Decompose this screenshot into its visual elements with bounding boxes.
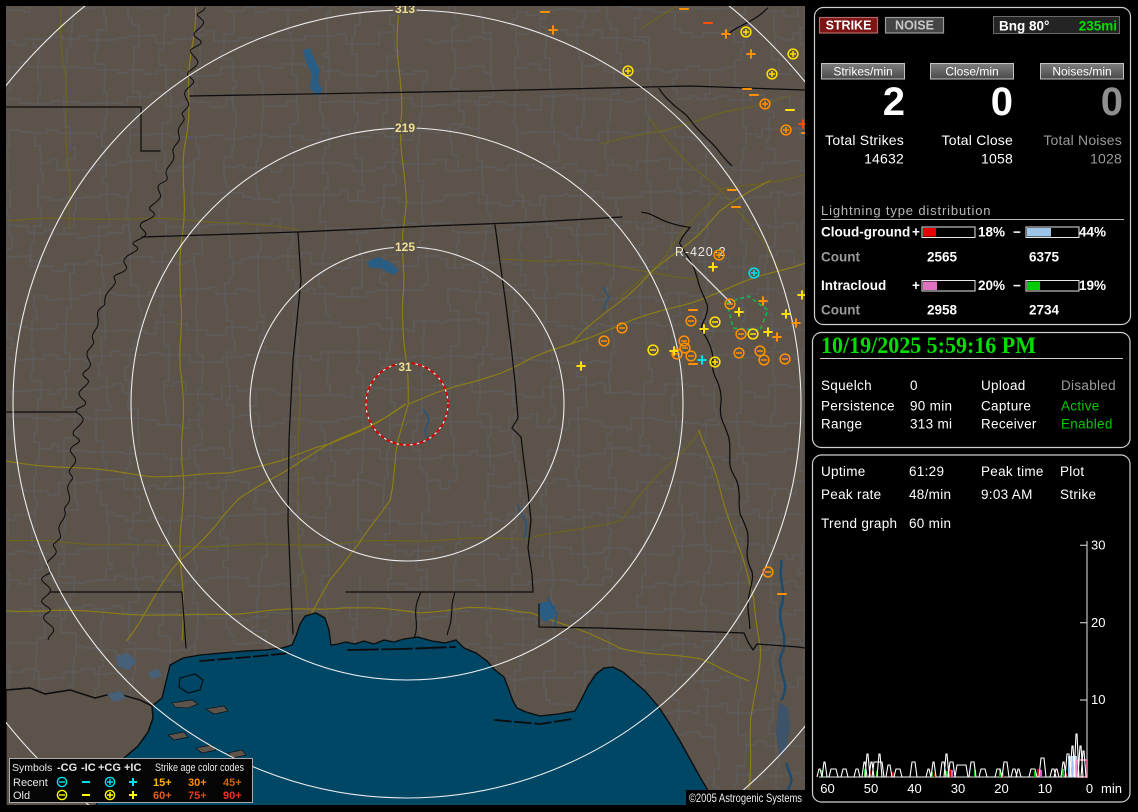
- svg-text:235mi: 235mi: [1079, 19, 1117, 34]
- svg-text:−: −: [1013, 278, 1021, 293]
- svg-text:Old: Old: [13, 790, 30, 802]
- svg-text:313 mi: 313 mi: [910, 417, 952, 432]
- svg-text:0: 0: [1101, 80, 1123, 124]
- svg-text:-IC: -IC: [81, 762, 96, 774]
- svg-text:9:03 AM: 9:03 AM: [981, 487, 1033, 502]
- svg-text:0: 0: [991, 80, 1013, 124]
- svg-text:6375: 6375: [1029, 250, 1060, 265]
- svg-text:30: 30: [951, 781, 965, 796]
- svg-text:1028: 1028: [1090, 151, 1122, 167]
- svg-text:125: 125: [395, 240, 415, 254]
- svg-text:Noises/min: Noises/min: [1052, 65, 1111, 79]
- svg-text:20: 20: [994, 781, 1008, 796]
- svg-text:NOISE: NOISE: [895, 19, 934, 33]
- svg-text:1058: 1058: [981, 151, 1013, 167]
- svg-text:+IC: +IC: [124, 762, 141, 774]
- svg-text:Receiver: Receiver: [981, 417, 1037, 432]
- svg-text:60: 60: [820, 781, 834, 796]
- svg-text:Close/min: Close/min: [945, 65, 998, 79]
- svg-text:61:29: 61:29: [909, 464, 944, 479]
- svg-text:Recent: Recent: [13, 777, 48, 789]
- svg-text:-CG: -CG: [57, 762, 77, 774]
- svg-text:2565: 2565: [927, 250, 958, 265]
- svg-text:48/min: 48/min: [909, 487, 951, 502]
- svg-text:19%: 19%: [1079, 278, 1106, 293]
- svg-text:31: 31: [398, 360, 412, 374]
- svg-text:Strikes/min: Strikes/min: [833, 65, 892, 79]
- svg-text:219: 219: [395, 121, 415, 135]
- svg-text:Lightning type distribution: Lightning type distribution: [821, 203, 991, 218]
- svg-text:40: 40: [907, 781, 921, 796]
- svg-text:90+: 90+: [223, 790, 242, 802]
- svg-text:Bng 80°: Bng 80°: [999, 19, 1049, 34]
- svg-text:60+: 60+: [153, 790, 172, 802]
- svg-text:Squelch: Squelch: [821, 378, 872, 393]
- svg-text:Total Close: Total Close: [942, 132, 1013, 148]
- svg-text:14632: 14632: [864, 151, 904, 167]
- svg-text:44%: 44%: [1079, 225, 1106, 240]
- svg-text:15+: 15+: [153, 777, 172, 789]
- svg-text:18%: 18%: [978, 225, 1005, 240]
- svg-text:Uptime: Uptime: [821, 464, 866, 479]
- svg-text:Intracloud: Intracloud: [821, 278, 886, 293]
- svg-text:©2005 Astrogenic Systems: ©2005 Astrogenic Systems: [689, 791, 802, 805]
- svg-text:50: 50: [864, 781, 878, 796]
- svg-text:Count: Count: [821, 250, 860, 265]
- svg-text:90 min: 90 min: [910, 399, 952, 414]
- svg-text:Total Strikes: Total Strikes: [825, 132, 904, 148]
- svg-text:Peak rate: Peak rate: [821, 487, 881, 502]
- svg-text:0: 0: [910, 378, 918, 393]
- svg-text:2734: 2734: [1029, 303, 1060, 318]
- svg-text:30: 30: [1091, 538, 1105, 553]
- svg-text:60 min: 60 min: [909, 516, 951, 531]
- svg-text:Count: Count: [821, 303, 860, 318]
- svg-text:Capture: Capture: [981, 399, 1031, 414]
- svg-text:10: 10: [1091, 692, 1105, 707]
- svg-text:Disabled: Disabled: [1061, 378, 1116, 393]
- svg-text:Cloud-ground: Cloud-ground: [821, 225, 910, 240]
- svg-text:STRIKE: STRIKE: [826, 19, 872, 33]
- svg-text:+: +: [912, 278, 920, 293]
- svg-text:75+: 75+: [188, 790, 207, 802]
- svg-text:Enabled: Enabled: [1061, 417, 1113, 432]
- svg-text:+CG: +CG: [98, 762, 121, 774]
- svg-text:Symbols: Symbols: [12, 762, 52, 774]
- svg-text:+: +: [912, 225, 920, 240]
- svg-text:Strike age color codes: Strike age color codes: [155, 762, 244, 774]
- svg-text:min: min: [1101, 781, 1122, 796]
- svg-text:2958: 2958: [927, 303, 958, 318]
- svg-text:Plot: Plot: [1060, 464, 1084, 479]
- svg-text:30+: 30+: [188, 777, 207, 789]
- svg-text:10/19/2025 5:59:16 PM: 10/19/2025 5:59:16 PM: [821, 333, 1036, 359]
- svg-text:2: 2: [883, 80, 905, 124]
- svg-text:−: −: [1013, 225, 1021, 240]
- svg-text:Range: Range: [821, 417, 862, 432]
- svg-text:Upload: Upload: [981, 378, 1026, 393]
- svg-text:45+: 45+: [223, 777, 242, 789]
- svg-text:Persistence: Persistence: [821, 399, 895, 414]
- svg-text:Strike: Strike: [1060, 487, 1096, 502]
- svg-text:10: 10: [1038, 781, 1052, 796]
- svg-text:Trend graph: Trend graph: [821, 516, 897, 531]
- svg-text:20: 20: [1091, 615, 1105, 630]
- svg-text:Peak time: Peak time: [981, 464, 1044, 479]
- svg-text:0: 0: [1086, 781, 1093, 796]
- svg-text:Total Noises: Total Noises: [1043, 132, 1122, 148]
- svg-text:20%: 20%: [978, 278, 1005, 293]
- svg-text:Active: Active: [1061, 399, 1100, 414]
